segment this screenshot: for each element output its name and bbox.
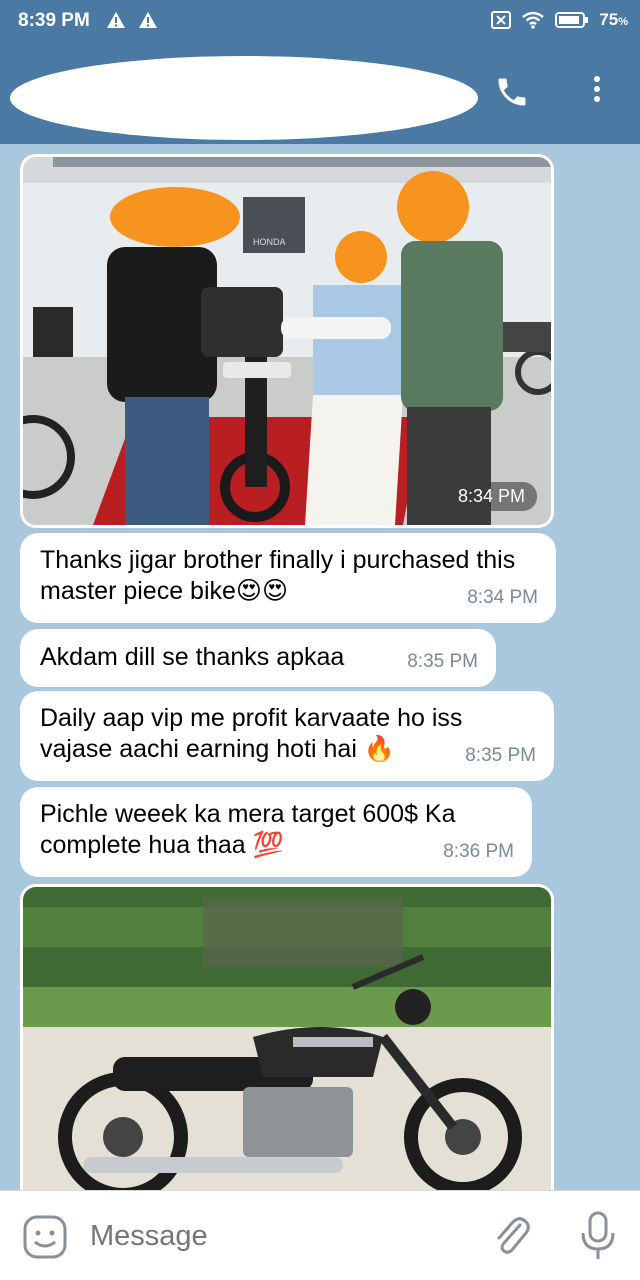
message-text: Pichle weeek ka mera target 600$ Ka comp…: [40, 800, 456, 859]
phone-icon[interactable]: [494, 74, 530, 110]
status-time: 8:39 PM: [18, 10, 90, 31]
battery-level: 75%: [599, 10, 628, 29]
warning-icon: [107, 12, 125, 28]
message-text: Thanks jigar brother finally i purchased…: [40, 546, 516, 605]
paperclip-icon[interactable]: [490, 1213, 532, 1259]
status-right: 75%: [491, 10, 628, 30]
message-bubble[interactable]: Pichle weeek ka mera target 600$ Ka comp…: [20, 787, 532, 877]
message-time: 8:36 PM: [443, 841, 514, 862]
chat-area: HONDA 8:34 PM Thanks jigar brother final…: [0, 144, 640, 1190]
battery-icon: [555, 12, 589, 28]
bike-delivery-photo[interactable]: HONDA 8:34 PM: [23, 157, 551, 525]
motorcycle-photo[interactable]: [23, 887, 551, 1190]
message-bubble[interactable]: Thanks jigar brother finally i purchased…: [20, 533, 556, 623]
message-time: 8:34 PM: [467, 587, 538, 608]
photo-message[interactable]: [20, 884, 554, 1190]
message-text: Daily aap vip me profit karvaate ho iss …: [40, 704, 463, 763]
wifi-icon: [522, 11, 545, 29]
warning-icon: [139, 12, 157, 28]
emoji-icon[interactable]: [22, 1214, 68, 1260]
contact-name-redacted[interactable]: [10, 56, 478, 140]
message-input[interactable]: [90, 1217, 470, 1255]
chat-header: [0, 44, 640, 144]
message-input-bar: [0, 1190, 640, 1280]
svg-text:HONDA: HONDA: [253, 237, 286, 247]
photo-illustration: [23, 887, 551, 1190]
more-vert-icon[interactable]: [586, 72, 608, 112]
microphone-icon[interactable]: [578, 1209, 618, 1263]
message-time: 8:35 PM: [465, 745, 536, 766]
photo-illustration: HONDA: [23, 157, 551, 525]
message-time: 8:35 PM: [407, 651, 478, 672]
photo-message[interactable]: HONDA 8:34 PM: [20, 154, 554, 528]
sim-off-icon: [491, 11, 512, 29]
photo-timestamp: 8:34 PM: [445, 482, 537, 511]
message-bubble[interactable]: Akdam dill se thanks apkaa 8:35 PM: [20, 629, 496, 687]
message-bubble[interactable]: Daily aap vip me profit karvaate ho iss …: [20, 691, 554, 781]
status-bar: 8:39 PM 75%: [0, 0, 640, 44]
